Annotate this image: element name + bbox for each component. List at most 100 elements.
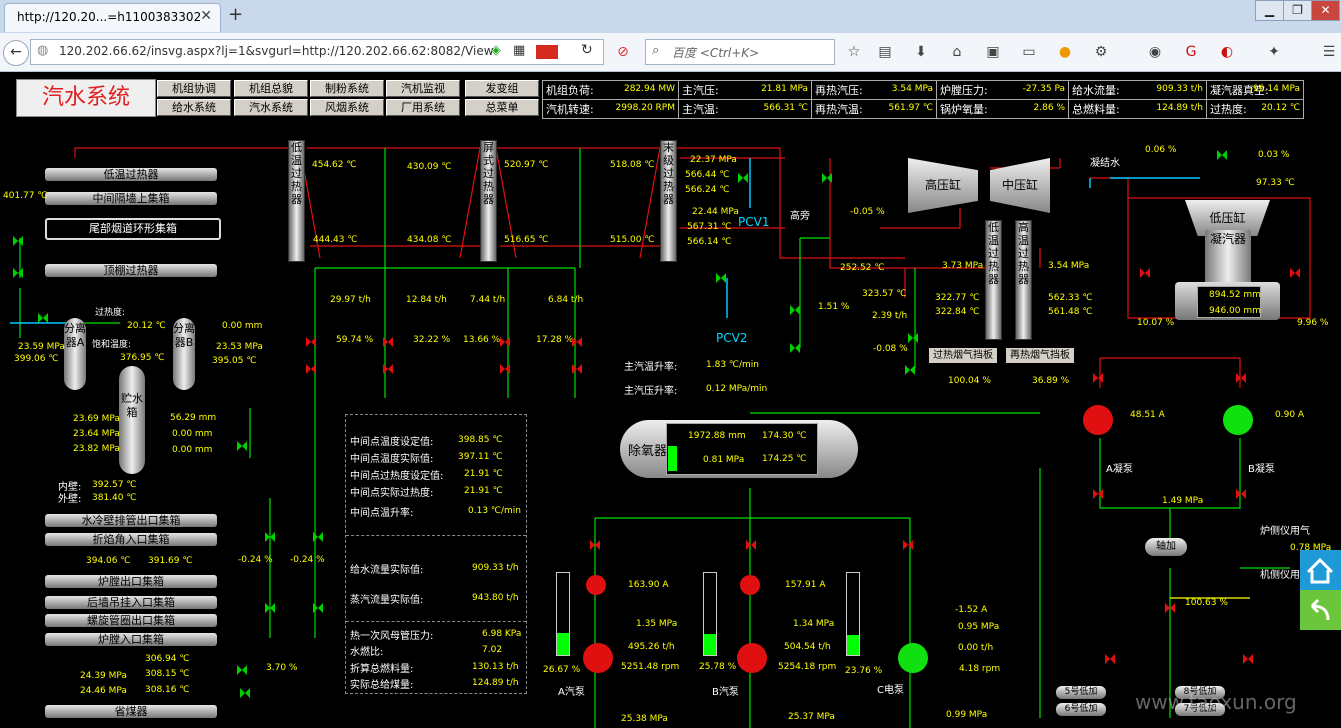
- cond-pump-a-icon[interactable]: [1083, 405, 1113, 435]
- rh-baffle-button[interactable]: 再热烟气挡板: [1006, 348, 1074, 363]
- reload-icon[interactable]: ↻: [581, 42, 593, 58]
- stat-value: 566.31 ℃: [763, 103, 808, 113]
- block-icon[interactable]: ⊘: [614, 43, 632, 61]
- reading-p2: 32.22 %: [413, 335, 451, 345]
- maximize-icon[interactable]: ❐: [1283, 0, 1312, 21]
- stat-label: 主汽压:: [682, 84, 719, 97]
- feed-pump-b-icon[interactable]: [737, 643, 767, 673]
- url-bar[interactable]: ◍ 120.202.66.62/insvg.aspx?lj=1&svgurl=h…: [30, 39, 604, 65]
- feed-pump-a-icon[interactable]: [583, 643, 613, 673]
- stat-label: 给水流量:: [1072, 84, 1120, 97]
- close-window-icon[interactable]: ✕: [1311, 0, 1340, 21]
- extension-icon[interactable]: ◉: [1146, 43, 1164, 61]
- panel-value: 398.85 ℃: [458, 435, 503, 445]
- stat-label: 锅炉氧量:: [940, 103, 988, 116]
- pcv2-label: PCV2: [716, 331, 748, 345]
- panel-value: 397.11 ℃: [458, 452, 503, 462]
- reading-bp1: -0.05 %: [850, 207, 885, 217]
- stat-label: 总燃料量:: [1072, 103, 1120, 116]
- stat-value: -96.14 MPa: [1249, 84, 1300, 94]
- home-icon[interactable]: ⌂: [948, 43, 966, 61]
- reading-c7: 9.96 %: [1297, 318, 1329, 328]
- reading-e4: 308.15 ℃: [145, 669, 190, 679]
- water-storage-tank: 贮水箱: [119, 366, 145, 474]
- reading-da1: 1972.88 mm: [688, 431, 746, 441]
- sh-baffle-button[interactable]: 过热烟气挡板: [929, 348, 997, 363]
- stat-label: 过热度:: [1210, 103, 1247, 116]
- search-box[interactable]: ⌕ 百度 <Ctrl+K>: [645, 39, 835, 65]
- header-bar-low-sh: 低温过热器: [45, 168, 217, 181]
- stat-cell: 总燃料量: 124.89 t/h: [1068, 99, 1207, 119]
- machine-air-label: 机侧仪用: [1260, 570, 1300, 581]
- menu-icon[interactable]: ☰: [1320, 43, 1338, 61]
- low-temp-reheater: 低温过热器: [985, 220, 1002, 340]
- reading-v4: 434.08 ℃: [407, 235, 452, 245]
- stat-label: 汽机转速:: [546, 103, 594, 116]
- settings-icon[interactable]: ⚙: [1092, 43, 1110, 61]
- new-tab-icon[interactable]: +: [228, 4, 243, 25]
- menu-button[interactable]: 机组协调: [157, 80, 231, 97]
- reading-list-icon[interactable]: ▤: [876, 43, 894, 61]
- china-flag-icon[interactable]: [536, 45, 558, 59]
- reading-m3: 566.24 ℃: [685, 185, 730, 195]
- back-icon[interactable]: ←: [3, 40, 29, 66]
- shield-icon[interactable]: ◈: [491, 43, 501, 58]
- level-gauge-a: [556, 572, 570, 656]
- reading-rh6: 561.48 ℃: [1048, 307, 1093, 317]
- booster-pump-b-icon[interactable]: [740, 575, 760, 595]
- minimize-icon[interactable]: ▁: [1255, 0, 1284, 21]
- reading-v7: 516.65 ℃: [504, 235, 549, 245]
- reading-sb1: 23.53 MPa: [216, 342, 263, 352]
- reading-v401: 401.77 ℃: [3, 191, 48, 201]
- booster-pump-a-icon[interactable]: [586, 575, 606, 595]
- pump-b-label: B凝泵: [1248, 464, 1275, 475]
- home-button[interactable]: [1300, 550, 1341, 590]
- pocket-icon[interactable]: ◐: [1218, 43, 1236, 61]
- star-icon[interactable]: ☆: [845, 43, 863, 61]
- menu-button[interactable]: 发变组: [465, 80, 539, 97]
- browser-tab[interactable]: http://120.20...=h1100383302 ✕: [4, 3, 221, 32]
- heater-6: 6号低加: [1056, 703, 1106, 716]
- menu-button[interactable]: 汽机监视: [386, 80, 460, 97]
- reading-m4: 22.44 MPa: [692, 207, 739, 217]
- reading-fc4: 4.18 rpm: [959, 664, 1001, 674]
- reading-w2: 0.00 mm: [172, 429, 213, 439]
- menu-button[interactable]: 机组总貌: [234, 80, 308, 97]
- stat-label: 主汽温:: [682, 103, 719, 116]
- bookmark-icon[interactable]: ▣: [984, 43, 1002, 61]
- reading-fw: 25.38 MPa: [621, 714, 668, 724]
- menu-button[interactable]: 制粉系统: [310, 80, 384, 97]
- stat-cell: 炉膛压力: -27.35 Pa: [936, 80, 1069, 100]
- reading-sat: 376.95 ℃: [120, 353, 165, 363]
- stat-value: 21.81 MPa: [761, 84, 808, 94]
- gm-icon[interactable]: G: [1182, 43, 1200, 61]
- search-placeholder: 百度 <Ctrl+K>: [672, 46, 760, 60]
- menu-button[interactable]: 汽水系统: [234, 99, 308, 116]
- stat-label: 再热汽压:: [815, 84, 863, 97]
- stat-label: 再热汽温:: [815, 103, 863, 116]
- cond-pump-b-icon[interactable]: [1223, 405, 1253, 435]
- reading-bp2: 252.52 ℃: [840, 263, 885, 273]
- feed-pump-c-icon[interactable]: [898, 643, 928, 673]
- window-icon[interactable]: ▭: [1020, 43, 1038, 61]
- reading-d2: -0.24 %: [290, 555, 325, 565]
- stat-value: 282.94 MW: [623, 84, 675, 94]
- close-tab-icon[interactable]: ✕: [200, 8, 212, 24]
- reading-m6: 566.14 ℃: [687, 237, 732, 247]
- back-button[interactable]: [1300, 590, 1341, 630]
- reading-fb3: 504.54 t/h: [784, 642, 831, 652]
- undo-icon: [1310, 598, 1330, 621]
- download-icon[interactable]: ⬇: [912, 43, 930, 61]
- reading-fc2: 0.95 MPa: [958, 622, 1000, 632]
- menu-button[interactable]: 总菜单: [465, 99, 539, 116]
- qrcode-icon[interactable]: ▦: [513, 43, 525, 58]
- reading-t3: 23.82 MPa: [73, 444, 120, 454]
- plugin-icon[interactable]: ✦: [1265, 43, 1283, 61]
- menu-button[interactable]: 风烟系统: [310, 99, 384, 116]
- superheat-label: 过热度:: [95, 308, 126, 318]
- addon-icon[interactable]: ●: [1056, 43, 1074, 61]
- menu-button[interactable]: 给水系统: [157, 99, 231, 116]
- menu-button[interactable]: 厂用系统: [386, 99, 460, 116]
- panel-label: 给水流量实际值:: [350, 565, 424, 576]
- reading-da2: 174.30 ℃: [762, 431, 807, 441]
